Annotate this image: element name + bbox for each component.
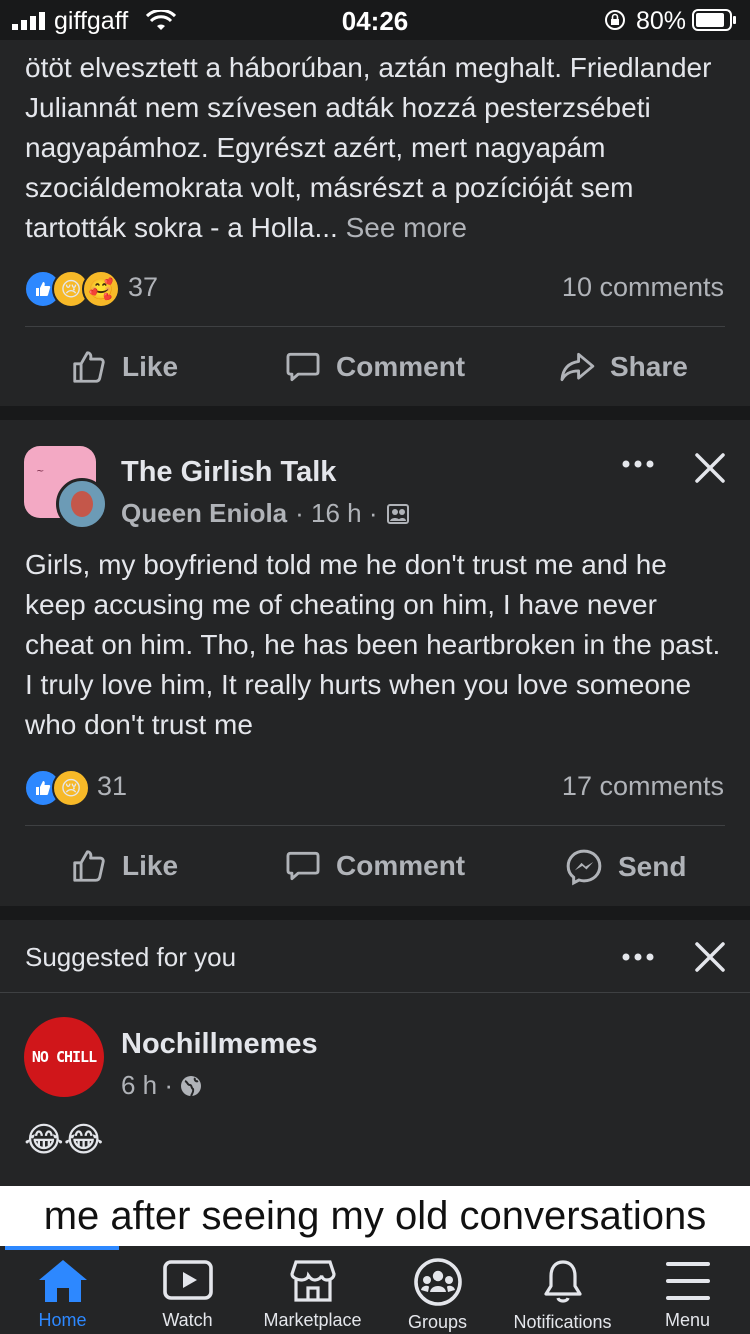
globe-icon	[181, 1075, 202, 1096]
messenger-icon	[566, 849, 602, 886]
groups-icon	[413, 1258, 462, 1306]
nav-marketplace[interactable]: Marketplace	[250, 1252, 375, 1334]
like-label: Like	[122, 850, 179, 881]
page-avatar[interactable]: NO CHILL	[24, 1017, 104, 1097]
divider	[25, 326, 725, 327]
more-options-icon[interactable]	[620, 452, 656, 481]
battery-icon	[692, 9, 738, 36]
meme-caption: me after seeing my old conversations	[43, 1194, 707, 1238]
avatar-text: NO CHILL	[31, 1048, 97, 1066]
send-label: Send	[618, 851, 687, 882]
battery-percent: 80%	[635, 7, 686, 35]
avatar-logo: ~	[36, 466, 45, 477]
comment-button[interactable]: Comment	[284, 847, 465, 885]
close-icon[interactable]	[692, 939, 728, 980]
post-body: Girls, my boyfriend told me he don't tru…	[25, 549, 721, 740]
like-label: Like	[122, 351, 179, 382]
nav-groups[interactable]: Groups	[375, 1252, 500, 1334]
suggested-card: Suggested for you NO CHILL Nochillmemes …	[0, 920, 750, 1250]
nav-label: Watch	[162, 1310, 213, 1330]
divider	[25, 825, 725, 826]
author-name[interactable]: Queen Eniola	[121, 498, 287, 529]
nav-notifications[interactable]: Notifications	[500, 1252, 625, 1334]
post-text: ötöt elvesztett a háborúban, aztán megha…	[25, 48, 730, 248]
marketplace-icon	[289, 1260, 336, 1302]
nav-watch[interactable]: Watch	[125, 1252, 250, 1334]
thumbs-up-icon	[73, 351, 105, 383]
share-button[interactable]: Share	[558, 348, 688, 386]
nav-label: Marketplace	[263, 1310, 362, 1330]
nav-label: Menu	[664, 1310, 711, 1330]
share-icon	[560, 352, 595, 382]
like-button[interactable]: Like	[70, 348, 178, 386]
nav-label: Groups	[407, 1312, 468, 1332]
home-icon	[38, 1260, 87, 1302]
rotation-lock-icon	[604, 9, 626, 36]
nav-menu[interactable]: Menu	[625, 1252, 750, 1334]
comment-label: Comment	[336, 351, 466, 382]
status-bar: giffgaff 04:26 80%	[0, 0, 750, 40]
post-meta: 6 h ·	[121, 1070, 203, 1101]
reaction-count[interactable]: 31	[97, 771, 127, 802]
meme-image[interactable]: me after seeing my old conversations	[0, 1186, 750, 1250]
post-card-2: ~ The Girlish Talk Queen Eniola · 16 h ·…	[0, 420, 750, 906]
divider	[0, 992, 750, 993]
send-button[interactable]: Send	[564, 847, 686, 887]
post-emoji: 😂😂	[24, 1121, 104, 1159]
post-time: 6 h ·	[121, 1070, 174, 1100]
care-reaction-icon: 🥰	[82, 270, 120, 308]
comment-label: Comment	[336, 850, 466, 881]
menu-icon	[665, 1262, 710, 1300]
close-icon[interactable]	[692, 450, 728, 491]
reaction-count[interactable]: 37	[128, 272, 158, 303]
sad-reaction-icon: 😢	[52, 769, 90, 807]
comment-button[interactable]: Comment	[284, 348, 465, 386]
comment-icon	[286, 851, 320, 881]
audience-icon	[386, 503, 409, 524]
page-name[interactable]: The Girlish Talk	[121, 456, 336, 489]
nav-label: Notifications	[513, 1312, 612, 1332]
more-options-icon[interactable]	[620, 945, 656, 974]
like-button[interactable]: Like	[70, 847, 178, 885]
see-more-link[interactable]: See more	[346, 212, 467, 243]
author-avatar[interactable]	[56, 478, 108, 530]
comment-icon	[286, 352, 320, 382]
watch-icon	[162, 1260, 213, 1300]
post-time: · 16 h ·	[295, 498, 378, 528]
nav-home[interactable]: Home	[0, 1252, 125, 1334]
post-card-1: ötöt elvesztett a háborúban, aztán megha…	[0, 40, 750, 406]
thumbs-up-icon	[73, 850, 105, 882]
comments-count[interactable]: 10 comments	[562, 272, 724, 303]
suggested-header: Suggested for you	[25, 942, 237, 972]
share-label: Share	[610, 351, 688, 382]
post-meta: Queen Eniola · 16 h ·	[121, 498, 410, 529]
nav-label: Home	[38, 1310, 87, 1330]
bell-icon	[543, 1260, 582, 1303]
active-tab-indicator	[5, 1246, 119, 1250]
comments-count[interactable]: 17 comments	[562, 771, 724, 802]
page-name[interactable]: Nochillmemes	[121, 1028, 318, 1061]
